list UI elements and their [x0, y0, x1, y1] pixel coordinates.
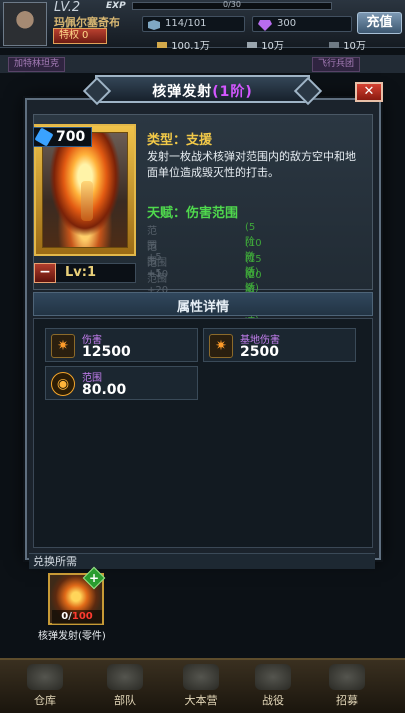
level-badge: −	[34, 263, 56, 283]
part-count: 0/100	[52, 610, 102, 624]
gold-resource: 100.1万	[156, 37, 210, 52]
range-icon: ◉	[51, 372, 75, 396]
close-icon: ✕	[363, 84, 375, 99]
exchange-requirement-label: 兑换所需	[29, 553, 375, 569]
gem-counter: 300	[252, 16, 352, 32]
stat-range: ◉ 范围 80.00	[45, 366, 198, 400]
energy-counter: 114/101	[142, 16, 245, 32]
close-button[interactable]: ✕	[355, 82, 383, 102]
bg-tab-flying-corps: 飞行兵团	[312, 57, 361, 72]
exp-bar: 0/30	[132, 0, 332, 10]
privilege-level: 0	[82, 30, 89, 41]
dialog-title: 核弹发射(1阶)	[152, 84, 253, 100]
nuke-explosion-art	[42, 132, 128, 248]
card-cost: 700	[33, 127, 93, 147]
base-damage-icon: ✷	[209, 334, 233, 358]
nav-recruit[interactable]: 招募	[312, 664, 382, 713]
avatar[interactable]	[3, 2, 47, 46]
background-tabs: 加特林坦克 飞行兵团	[0, 55, 405, 73]
resource-row: 100.1万 10万 10万	[150, 37, 405, 53]
nav-campaign[interactable]: 战役	[238, 664, 308, 713]
warehouse-icon	[27, 664, 63, 690]
exp-label: EXP	[106, 1, 126, 11]
gem-value: 300	[277, 18, 297, 29]
part-required: 100	[71, 611, 93, 622]
recharge-button[interactable]: 充值	[357, 12, 402, 34]
recruit-icon	[329, 664, 365, 690]
part-name: 核弹发射(零件)	[38, 631, 106, 642]
bg-tab-gatling-tank: 加特林坦克	[8, 57, 66, 72]
stat-value: 80.00	[82, 382, 127, 398]
privilege-button[interactable]: 特权 0	[53, 28, 107, 44]
energy-value: 114/101	[165, 18, 207, 29]
card-level-bar: − Lv:1	[34, 263, 136, 283]
card-type: 类型：支援	[147, 133, 213, 148]
stat-value: 2500	[240, 344, 279, 360]
talent-title: 天赋：伤害范围	[147, 206, 239, 221]
card-description: 发射一枚战术核弹对范围内的敌方空中和地面单位造成毁灭性的打击。	[147, 150, 356, 179]
card-level: Lv:1	[65, 265, 97, 280]
privilege-label: 特权	[59, 30, 79, 41]
steel-icon	[247, 42, 257, 48]
headquarters-icon	[183, 664, 219, 690]
player-level: LV.2	[54, 0, 81, 15]
steel-resource: 10万	[246, 37, 284, 52]
stat-base-damage: ✷ 基地伤害 2500	[203, 328, 356, 362]
stat-value: 12500	[82, 344, 131, 360]
oil-resource: 10万	[328, 37, 366, 52]
exp-value: 0/30	[223, 0, 241, 9]
nav-headquarters[interactable]: 大本营	[166, 664, 236, 713]
stat-damage: ✷ 伤害 12500	[45, 328, 198, 362]
troops-icon	[107, 664, 143, 690]
gem-icon	[258, 20, 272, 31]
attributes-title: 属性详情	[176, 300, 229, 315]
nav-troops[interactable]: 部队	[90, 664, 160, 713]
part-owned: 0	[61, 611, 69, 622]
damage-icon: ✷	[51, 334, 75, 358]
campaign-icon	[255, 664, 291, 690]
card-tier: (1阶)	[212, 84, 253, 100]
energy-icon	[148, 20, 160, 30]
cost-gem-icon	[34, 127, 54, 147]
bottom-nav: 仓库 部队 大本营 战役 招募	[0, 658, 405, 713]
oil-icon	[329, 42, 339, 48]
gold-icon	[157, 42, 167, 48]
mushroom-cloud-stem	[81, 181, 93, 221]
nav-warehouse[interactable]: 仓库	[10, 664, 80, 713]
attributes-header: 属性详情	[33, 292, 373, 316]
dialog-title-plate: 核弹发射(1阶)	[95, 75, 310, 103]
